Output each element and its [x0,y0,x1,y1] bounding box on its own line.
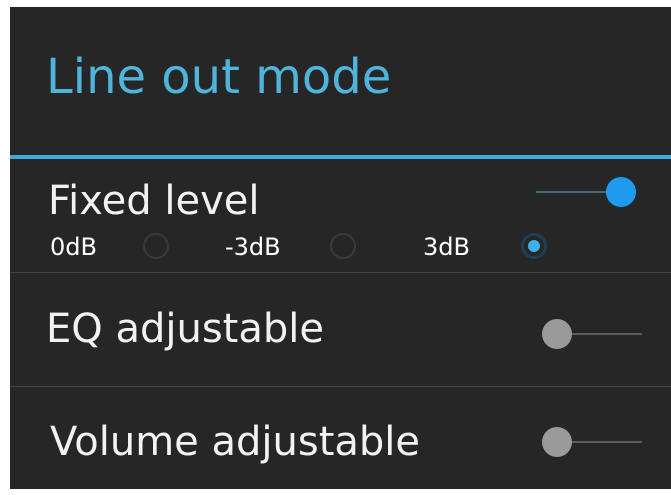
toggle-knob [606,177,636,207]
fixed-level-label: Fixed level [48,178,260,224]
page-title: Line out mode [46,49,392,105]
title-accent-divider [10,155,671,159]
volume-adjustable-toggle[interactable] [542,425,642,459]
toggle-track [562,333,642,335]
row-divider [10,386,671,387]
row-divider [10,272,671,273]
option-minus-3db-label: -3dB [225,233,281,261]
volume-adjustable-label: Volume adjustable [50,419,420,465]
option-3db-label: 3dB [423,233,470,261]
toggle-knob [542,427,572,457]
eq-adjustable-label: EQ adjustable [46,306,324,352]
toggle-knob [542,319,572,349]
option-minus-3db-radio[interactable] [330,233,356,259]
line-out-mode-panel: Line out mode Fixed level 0dB -3dB 3dB E… [10,7,671,489]
option-3db-radio[interactable] [521,233,547,259]
option-0db-radio[interactable] [143,233,169,259]
toggle-track [562,441,642,443]
eq-adjustable-toggle[interactable] [542,317,642,351]
fixed-level-toggle[interactable] [536,175,636,209]
option-0db-label: 0dB [50,233,97,261]
toggle-track [536,191,616,193]
